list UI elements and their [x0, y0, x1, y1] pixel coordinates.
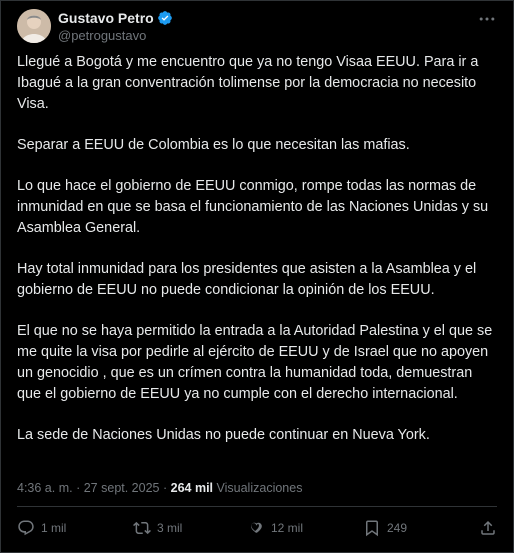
handle[interactable]: @petrogustavo — [58, 28, 146, 43]
share-icon — [481, 520, 495, 535]
repost-count: 3 mil — [157, 521, 183, 535]
avatar[interactable] — [17, 9, 51, 43]
tweet-text: Llegué a Bogotá y me encuentro que ya no… — [17, 52, 497, 446]
tweet-paragraph: Hay total inmunidad para los presidentes… — [17, 261, 477, 298]
more-icon[interactable] — [477, 9, 497, 29]
views-count: 264 mil — [170, 481, 214, 495]
tweet-meta: 4:36 a. m. · 27 sept. 2025 · 264 mil Vis… — [17, 481, 302, 495]
tweet-paragraph: Lo que hace el gobierno de EEUU conmigo,… — [17, 178, 489, 236]
tweet-time[interactable]: 4:36 a. m. — [17, 481, 73, 495]
tweet-header: Gustavo Petro @petrogustavo — [17, 9, 501, 49]
like-button[interactable]: 12 mil — [247, 519, 303, 537]
like-count: 12 mil — [271, 521, 304, 535]
repost-button[interactable]: 3 mil — [133, 519, 182, 537]
divider — [17, 506, 497, 507]
tweet-date[interactable]: 27 sept. 2025 — [84, 481, 160, 495]
action-bar: 1 mil 3 mil 12 mil 249 — [17, 519, 497, 543]
tweet-card: Gustavo Petro @petrogustavo Llegué a Bog… — [0, 0, 514, 553]
bookmark-count: 249 — [387, 521, 408, 535]
meta-separator: · — [76, 481, 81, 495]
like-icon — [250, 522, 262, 533]
display-name[interactable]: Gustavo Petro — [58, 10, 154, 26]
bookmark-button[interactable]: 249 — [363, 519, 407, 537]
meta-separator: · — [162, 481, 168, 495]
reply-button[interactable]: 1 mil — [17, 519, 66, 537]
name-row: Gustavo Petro — [58, 10, 173, 26]
tweet-paragraph: Separar a EEUU de Colombia es lo que nec… — [17, 137, 410, 153]
tweet-paragraph: La sede de Naciones Unidas no puede cont… — [17, 427, 430, 443]
views-label: Visualizaciones — [216, 481, 303, 495]
reply-icon — [18, 520, 34, 536]
repost-icon — [133, 521, 151, 535]
bookmark-icon — [366, 520, 378, 537]
share-button[interactable] — [479, 519, 503, 537]
verified-badge-icon — [157, 10, 173, 26]
tweet-paragraph: Llegué a Bogotá y me encuentro que ya no… — [17, 54, 479, 112]
tweet-paragraph: El que no se haya permitido la entrada a… — [17, 323, 493, 402]
reply-count: 1 mil — [41, 521, 67, 535]
